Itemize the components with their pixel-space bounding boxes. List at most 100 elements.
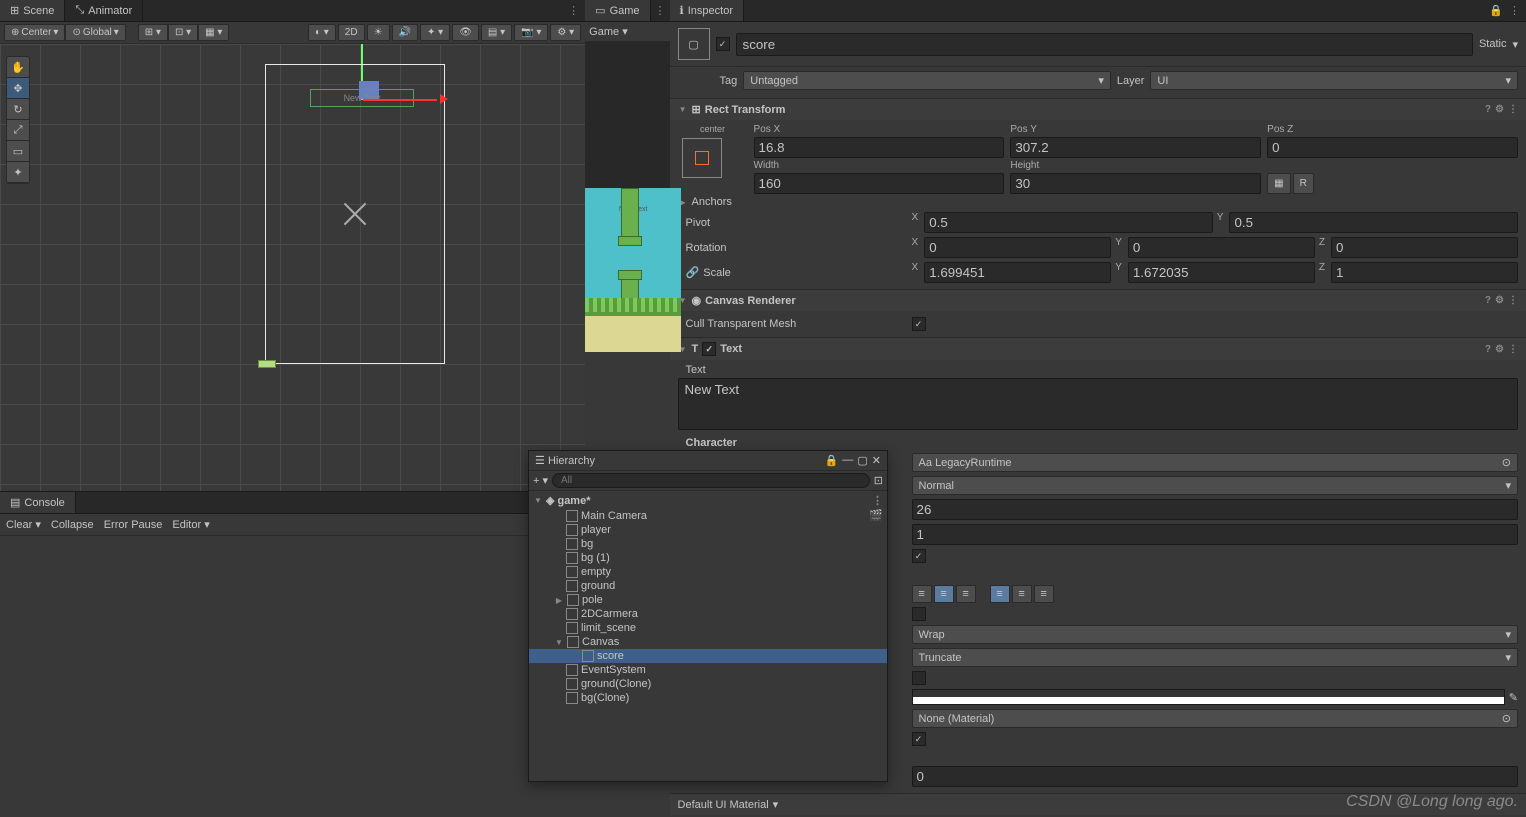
maximize-icon[interactable]: ▢ [857,454,867,467]
raycast-target-checkbox[interactable]: ✓ [912,732,926,746]
scale-x-input[interactable] [924,262,1111,283]
pivot-dropdown[interactable]: ⊕ Center ▾ [4,24,65,41]
hierarchy-item-bg[interactable]: bg [529,537,887,551]
scale-z-input[interactable] [1331,262,1518,283]
game-tab-menu-icon[interactable]: ⋮ [651,4,670,17]
grid-snap-icon[interactable]: ⊞ ▾ [138,24,168,41]
menu-icon[interactable]: ⋮ [1508,104,1518,115]
align-center-button[interactable]: ≡ [934,585,954,603]
scale-tool-icon[interactable]: ⤢ [7,120,29,141]
fx-icon[interactable]: ✦ ▾ [420,24,450,41]
scale-link-icon[interactable]: 🔗 [686,266,700,279]
hierarchy-item-canvas[interactable]: ▼ Canvas [529,635,887,649]
font-picker[interactable]: Aa LegacyRuntime⊙ [912,453,1518,472]
hierarchy-item-empty[interactable]: empty [529,565,887,579]
rot-z-input[interactable] [1331,237,1518,258]
menu-icon[interactable]: ⋮ [1508,295,1518,306]
help-icon[interactable]: ? [1485,104,1491,115]
help-icon[interactable]: ? [1485,295,1491,306]
game-tab[interactable]: ▭ Game [585,0,650,21]
scene-viewport[interactable]: ✋ ✥ ↻ ⤢ ▭ ✦ New Text [0,44,585,491]
hierarchy-item-ground[interactable]: ground [529,579,887,593]
hierarchy-item-player[interactable]: player [529,523,887,537]
rotate-tool-icon[interactable]: ↻ [7,99,29,120]
animator-tab[interactable]: ⤡Animator [65,0,143,21]
layers-icon[interactable]: ▤ ▾ [481,24,512,41]
2d-toggle[interactable]: 2D [338,24,365,41]
anchor-preset-button[interactable] [682,138,722,178]
text-textarea[interactable] [678,378,1518,430]
align-left-button[interactable]: ≡ [912,585,932,603]
static-dropdown[interactable]: ▾ [1512,38,1518,51]
pivot-x-input[interactable] [924,212,1213,233]
rot-x-input[interactable] [924,237,1111,258]
hierarchy-search-input[interactable] [552,473,870,488]
text-enabled-checkbox[interactable]: ✓ [702,342,716,356]
v-overflow-dropdown[interactable]: Truncate▾ [912,648,1518,667]
hierarchy-item-2dcamera[interactable]: 2DCarmera [529,607,887,621]
inspector-menu-icon[interactable]: ⋮ [1509,4,1520,17]
lock-icon[interactable]: 🔒 [1489,4,1503,17]
eyedropper-icon[interactable]: ✎ [1509,691,1518,704]
font-style-dropdown[interactable]: Normal▾ [912,476,1518,495]
preset-icon[interactable]: ⚙ [1495,295,1504,306]
raw-icon[interactable]: R [1293,173,1314,194]
move-tool-icon[interactable]: ✥ [7,78,29,99]
object-name-input[interactable] [736,33,1473,56]
hierarchy-item-pole[interactable]: ▶ pole [529,593,887,607]
hand-tool-icon[interactable]: ✋ [7,57,29,78]
align-geometry-checkbox[interactable] [912,607,926,621]
align-right-button[interactable]: ≡ [956,585,976,603]
align-middle-button[interactable]: ≡ [1012,585,1032,603]
rect-tool-icon[interactable]: ▭ [7,141,29,162]
light-icon[interactable]: ☀ [367,24,390,41]
hierarchy-item-limit-scene[interactable]: limit_scene [529,621,887,635]
canvas-renderer-header[interactable]: ▼◉ Canvas Renderer ?⚙⋮ [670,290,1526,311]
text-header[interactable]: ▼T ✓ Text ?⚙⋮ [670,338,1526,360]
ground-object[interactable] [258,360,276,368]
cull-checkbox[interactable]: ✓ [912,317,926,331]
rich-text-checkbox[interactable]: ✓ [912,549,926,563]
tag-dropdown[interactable]: Untagged▾ [743,71,1111,90]
pos-z-input[interactable] [1267,137,1518,158]
shading-dropdown[interactable]: ◐ ▾ [308,24,336,41]
color-picker[interactable] [912,689,1505,705]
gizmos-icon[interactable]: ⚙ ▾ [550,24,581,41]
h-overflow-dropdown[interactable]: Wrap▾ [912,625,1518,644]
rect-transform-header[interactable]: ▼⊞ Rect Transform ?⚙⋮ [670,99,1526,120]
inspector-tab[interactable]: ℹ Inspector [670,0,744,21]
create-dropdown[interactable]: + ▾ [533,474,548,487]
preset-icon[interactable]: ⚙ [1495,344,1504,355]
font-size-input[interactable] [912,499,1518,520]
hierarchy-item-main-camera[interactable]: Main Camera🎬 [529,508,887,523]
align-top-button[interactable]: ≡ [990,585,1010,603]
minimize-icon[interactable]: — [842,454,853,467]
width-input[interactable] [754,173,1005,194]
hierarchy-item-score[interactable]: score [529,649,887,663]
hidden-icon[interactable]: 👁 [452,24,479,41]
pivot-y-input[interactable] [1229,212,1518,233]
error-pause-button[interactable]: Error Pause [104,519,163,531]
scene-tab[interactable]: ⊞Scene [0,0,65,21]
hierarchy-item-eventsystem[interactable]: EventSystem [529,663,887,677]
material-picker[interactable]: None (Material)⊙ [912,709,1518,728]
active-checkbox[interactable]: ✓ [716,37,730,51]
best-fit-checkbox[interactable] [912,671,926,685]
layer-dropdown[interactable]: UI▾ [1150,71,1518,90]
hierarchy-item-bg-clone[interactable]: bg(Clone) [529,691,887,705]
editor-dropdown[interactable]: Editor ▾ [172,518,209,531]
camera-icon[interactable]: 📷 ▾ [514,24,548,41]
text-object[interactable]: New Text [310,89,414,107]
rot-y-input[interactable] [1128,237,1315,258]
close-icon[interactable]: ✕ [872,454,881,467]
search-option-icon[interactable]: ⊡ [874,474,883,487]
blueprint-icon[interactable]: ▦ [1267,173,1290,194]
preset-icon[interactable]: ⚙ [1495,104,1504,115]
collapse-button[interactable]: Collapse [51,519,94,531]
console-tab[interactable]: ▤ Console [0,492,76,513]
align-bottom-button[interactable]: ≡ [1034,585,1054,603]
clear-button[interactable]: Clear ▾ [6,518,41,531]
audio-icon[interactable]: 🔊 [392,24,418,41]
line-spacing-input[interactable] [912,524,1518,545]
scale-y-input[interactable] [1128,262,1315,283]
